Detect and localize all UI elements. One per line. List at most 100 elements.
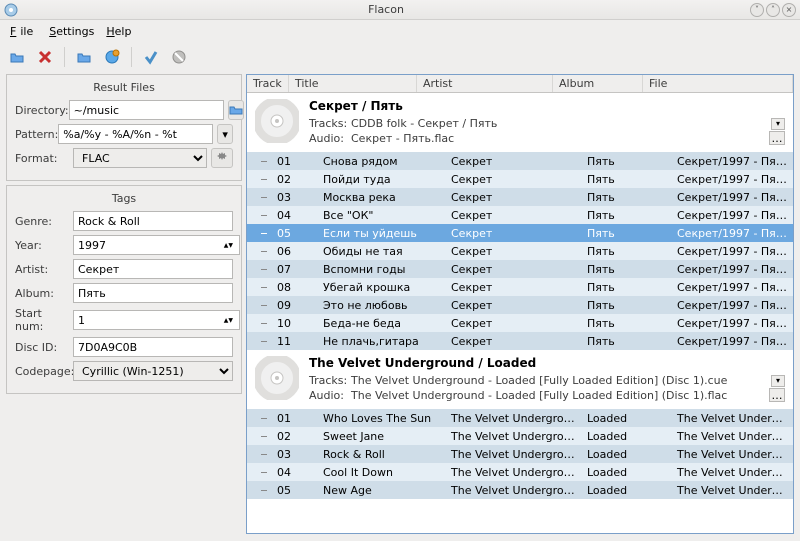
tracks-meta-dropdown[interactable]: ▾ <box>771 118 785 130</box>
album-header[interactable]: Секрет / Пять Tracks: CDDB folk - Секрет… <box>247 93 793 152</box>
track-number: 04 <box>247 466 317 479</box>
window-titlebar: Flacon ˅ ˄ × <box>0 0 800 20</box>
track-file: Секрет/1997 - Пять/0... <box>671 245 793 258</box>
menu-file[interactable]: File <box>6 23 41 40</box>
track-title: Москва река <box>317 191 445 204</box>
track-number: 01 <box>247 155 317 168</box>
column-album[interactable]: Album <box>553 75 643 92</box>
disc-id-input[interactable] <box>73 337 233 357</box>
track-row[interactable]: 04 Cool It Down The Velvet Underground L… <box>247 463 793 481</box>
track-row[interactable]: 11 Не плачь,гитара Секрет Пять Секрет/19… <box>247 332 793 350</box>
track-artist: Секрет <box>445 299 581 312</box>
track-number: 06 <box>247 245 317 258</box>
track-row[interactable]: 03 Rock & Roll The Velvet Underground Lo… <box>247 445 793 463</box>
track-number: 03 <box>247 448 317 461</box>
genre-label: Genre: <box>15 215 73 228</box>
track-title: Снова рядом <box>317 155 445 168</box>
tags-title: Tags <box>15 192 233 205</box>
open-folder-button[interactable] <box>73 46 95 68</box>
minimize-button[interactable]: ˅ <box>750 3 764 17</box>
album-header[interactable]: The Velvet Underground / Loaded Tracks: … <box>247 350 793 409</box>
track-album: Loaded <box>581 430 671 443</box>
track-row[interactable]: 06 Обиды не тая Секрет Пять Секрет/1997 … <box>247 242 793 260</box>
track-row[interactable]: 09 Это не любовь Секрет Пять Секрет/1997… <box>247 296 793 314</box>
close-button[interactable]: × <box>782 3 796 17</box>
track-artist: Секрет <box>445 227 581 240</box>
track-number: 07 <box>247 263 317 276</box>
pattern-dropdown-button[interactable]: ▾ <box>217 124 233 144</box>
menu-help[interactable]: Help <box>102 23 135 40</box>
genre-input[interactable] <box>73 211 233 231</box>
track-album: Пять <box>581 299 671 312</box>
column-title[interactable]: Title <box>289 75 417 92</box>
start-num-input[interactable] <box>73 310 240 330</box>
track-row[interactable]: 03 Москва река Секрет Пять Секрет/1997 -… <box>247 188 793 206</box>
track-row[interactable]: 04 Все "ОК" Секрет Пять Секрет/1997 - Пя… <box>247 206 793 224</box>
album-label: Album: <box>15 287 73 300</box>
menu-settings[interactable]: Settings <box>45 23 98 40</box>
column-artist[interactable]: Artist <box>417 75 553 92</box>
track-row[interactable]: 10 Беда-не беда Секрет Пять Секрет/1997 … <box>247 314 793 332</box>
app-icon <box>4 3 18 17</box>
audio-browse-button[interactable]: … <box>769 131 785 145</box>
column-file[interactable]: File <box>643 75 793 92</box>
album-input[interactable] <box>73 283 233 303</box>
track-file: Секрет/1997 - Пять/0... <box>671 173 793 186</box>
track-row[interactable]: 01 Снова рядом Секрет Пять Секрет/1997 -… <box>247 152 793 170</box>
open-button[interactable] <box>6 46 28 68</box>
toolbar-separator <box>64 47 65 67</box>
track-row[interactable]: 02 Пойди туда Секрет Пять Секрет/1997 - … <box>247 170 793 188</box>
track-file: Секрет/1997 - Пять/1... <box>671 317 793 330</box>
track-title: Все "ОК" <box>317 209 445 222</box>
disc-id-label: Disc ID: <box>15 341 73 354</box>
start-num-spinner[interactable]: ▲▼ <box>224 317 233 324</box>
track-row[interactable]: 01 Who Loves The Sun The Velvet Undergro… <box>247 409 793 427</box>
directory-input[interactable] <box>69 100 224 120</box>
column-track[interactable]: Track <box>247 75 289 92</box>
start-button[interactable] <box>140 46 162 68</box>
disc-icon <box>255 99 299 143</box>
track-title: Если ты уйдешь <box>317 227 445 240</box>
track-number: 02 <box>247 430 317 443</box>
track-album: Loaded <box>581 448 671 461</box>
track-album: Пять <box>581 263 671 276</box>
maximize-button[interactable]: ˄ <box>766 3 780 17</box>
track-artist: The Velvet Underground <box>445 448 581 461</box>
year-input[interactable] <box>73 235 240 255</box>
format-select[interactable]: FLAC <box>73 148 207 168</box>
year-spinner[interactable]: ▲▼ <box>224 242 233 249</box>
track-artist: Секрет <box>445 191 581 204</box>
remove-button[interactable] <box>34 46 56 68</box>
track-artist: Секрет <box>445 335 581 348</box>
track-row[interactable]: 07 Вспомни годы Секрет Пять Секрет/1997 … <box>247 260 793 278</box>
track-number: 09 <box>247 299 317 312</box>
album-title: Секрет / Пять <box>309 99 785 113</box>
artist-input[interactable] <box>73 259 233 279</box>
browse-directory-button[interactable] <box>228 100 244 120</box>
audio-browse-button[interactable]: … <box>769 388 785 402</box>
tracks-meta-label: Tracks: <box>309 374 351 387</box>
codepage-select[interactable]: Cyrillic (Win-1251) <box>73 361 233 381</box>
track-artist: Секрет <box>445 263 581 276</box>
track-title: Sweet Jane <box>317 430 445 443</box>
track-file: The Velvet Undergroun... <box>671 412 793 425</box>
cddb-button[interactable] <box>101 46 123 68</box>
track-artist: Секрет <box>445 155 581 168</box>
pattern-input[interactable] <box>58 124 213 144</box>
track-album: Пять <box>581 335 671 348</box>
track-row[interactable]: 02 Sweet Jane The Velvet Underground Loa… <box>247 427 793 445</box>
track-title: Это не любовь <box>317 299 445 312</box>
format-settings-button[interactable] <box>211 148 233 168</box>
track-file: Секрет/1997 - Пять/0... <box>671 299 793 312</box>
track-row[interactable]: 05 Если ты уйдешь Секрет Пять Секрет/199… <box>247 224 793 242</box>
track-artist: The Velvet Underground <box>445 430 581 443</box>
track-album: Пять <box>581 317 671 330</box>
abort-button[interactable] <box>168 46 190 68</box>
track-artist: The Velvet Underground <box>445 484 581 497</box>
start-num-label: Start num: <box>15 307 73 333</box>
track-title: Обиды не тая <box>317 245 445 258</box>
track-row[interactable]: 08 Убегай крошка Секрет Пять Секрет/1997… <box>247 278 793 296</box>
tracks-meta-dropdown[interactable]: ▾ <box>771 375 785 387</box>
track-row[interactable]: 05 New Age The Velvet Underground Loaded… <box>247 481 793 499</box>
track-artist: Секрет <box>445 281 581 294</box>
